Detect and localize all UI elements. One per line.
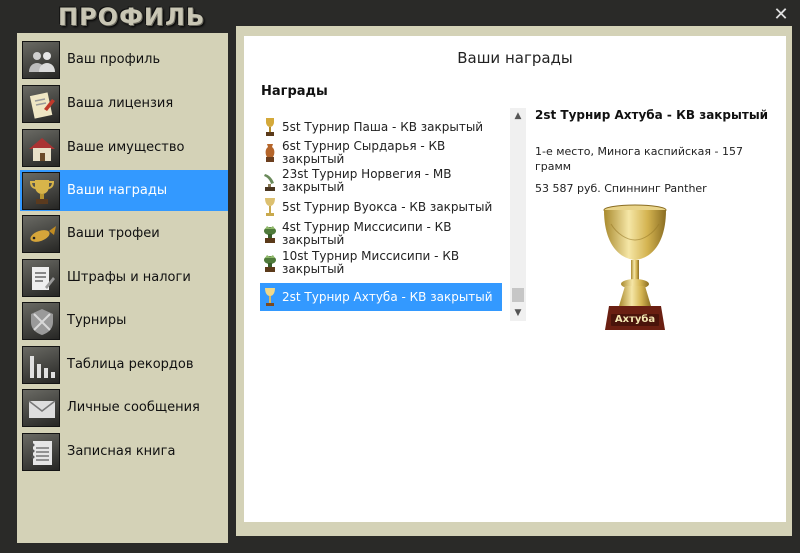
- sidebar-divider: [228, 33, 236, 543]
- bronze-vase-icon: [262, 142, 278, 164]
- sidebar-item-property[interactable]: Ваше имущество: [20, 127, 228, 168]
- award-text: 2st Турнир Ахтуба - КВ закрытый: [282, 289, 493, 304]
- goblet-icon: [262, 196, 278, 218]
- sidebar-item-records[interactable]: Таблица рекордов: [20, 344, 228, 385]
- awards-panel: Ваши награды Награды 5st Турнир Паша - К…: [244, 36, 786, 522]
- award-detail-title: 2st Турнир Ахтуба - КВ закрытый: [535, 108, 769, 122]
- sidebar-item-profile[interactable]: Ваш профиль: [20, 39, 228, 80]
- awards-list[interactable]: 5st Турнир Паша - КВ закрытый 6st Турнир…: [260, 108, 526, 321]
- sidebar-item-label: Турниры: [67, 313, 127, 328]
- award-text: 5st Турнир Вуокса - КВ закрытый: [282, 199, 493, 214]
- sidebar-item-label: Ваше имущество: [67, 140, 185, 155]
- fish-icon: [22, 214, 60, 253]
- sidebar-item-license[interactable]: Ваша лицензия: [20, 83, 228, 124]
- gold-cup-icon: [262, 116, 278, 138]
- sidebar-item-label: Записная книга: [67, 444, 176, 459]
- award-detail-prize: 53 587 руб. Спиннинг Panther: [535, 182, 707, 195]
- green-trophy-icon: [262, 223, 278, 245]
- award-text: 5st Турнир Паша - КВ закрытый: [282, 119, 484, 134]
- sidebar-item-tournaments[interactable]: Турниры: [20, 300, 228, 341]
- sidebar-item-label: Личные сообщения: [67, 400, 200, 415]
- award-row[interactable]: 4st Турнир Миссисипи - КВ закрытый: [260, 221, 502, 247]
- sidebar-item-trophies[interactable]: Ваши трофеи: [20, 213, 228, 254]
- sidebar-item-label: Таблица рекордов: [67, 357, 194, 372]
- sidebar-item-label: Ваша лицензия: [67, 96, 174, 111]
- award-row[interactable]: 23st Турнир Норвегия - МВ закрытый: [260, 168, 502, 194]
- award-row[interactable]: 5st Турнир Вуокса - КВ закрытый: [260, 196, 502, 218]
- award-row-selected[interactable]: 2st Турнир Ахтуба - КВ закрытый: [260, 283, 502, 311]
- award-row[interactable]: 5st Турнир Паша - КВ закрытый: [260, 116, 502, 138]
- fish-statue-icon: [262, 170, 278, 192]
- sidebar-item-notebook[interactable]: Записная книга: [20, 431, 228, 472]
- sidebar: Ваш профиль Ваша лицензия Ваше имущество…: [17, 33, 231, 543]
- bar-chart-icon: [22, 345, 60, 384]
- sidebar-item-fines[interactable]: Штрафы и налоги: [20, 257, 228, 298]
- document-icon: [22, 258, 60, 297]
- license-icon: [22, 84, 60, 123]
- award-detail: 2st Турнир Ахтуба - КВ закрытый 1-е мест…: [535, 108, 773, 330]
- cup-plaque-label: Ахтуба: [614, 314, 656, 325]
- house-icon: [22, 128, 60, 167]
- scroll-up-icon[interactable]: ▲: [510, 108, 526, 124]
- award-row[interactable]: 6st Турнир Сырдарья - КВ закрытый: [260, 140, 502, 166]
- trophy-icon: [22, 171, 60, 210]
- awards-scrollbar[interactable]: ▲ ▼: [510, 108, 526, 321]
- award-detail-catch: 1-е место, Минога каспийская - 157 грамм: [535, 145, 743, 173]
- award-text: 6st Турнир Сырдарья - КВ закрытый: [282, 139, 446, 166]
- award-text: 23st Турнир Норвегия - МВ закрытый: [282, 167, 452, 194]
- shield-icon: [22, 301, 60, 340]
- panel-title: Ваши награды: [457, 49, 573, 67]
- close-icon[interactable]: ✕: [772, 6, 790, 24]
- sidebar-item-label: Ваши трофеи: [67, 226, 160, 241]
- sidebar-item-label: Ваш профиль: [67, 52, 161, 67]
- scroll-down-icon[interactable]: ▼: [510, 305, 526, 321]
- goblet-icon: [262, 286, 278, 308]
- sidebar-item-label: Ваши награды: [67, 183, 168, 198]
- notebook-icon: [22, 432, 60, 471]
- envelope-icon: [22, 388, 60, 427]
- award-row[interactable]: 10st Турнир Миссисипи - КВ закрытый: [260, 250, 502, 276]
- sidebar-item-label: Штрафы и налоги: [67, 270, 191, 285]
- sidebar-item-awards[interactable]: Ваши награды: [20, 170, 228, 211]
- green-trophy-icon: [262, 252, 278, 274]
- award-text: 4st Турнир Миссисипи - КВ закрытый: [282, 220, 452, 247]
- users-icon: [22, 40, 60, 79]
- award-text: 10st Турнир Миссисипи - КВ закрытый: [282, 249, 460, 276]
- awards-heading: Награды: [261, 84, 328, 99]
- sidebar-item-messages[interactable]: Личные сообщения: [20, 387, 228, 428]
- window-title: ПРОФИЛЬ: [58, 3, 206, 31]
- scroll-thumb[interactable]: [512, 288, 524, 302]
